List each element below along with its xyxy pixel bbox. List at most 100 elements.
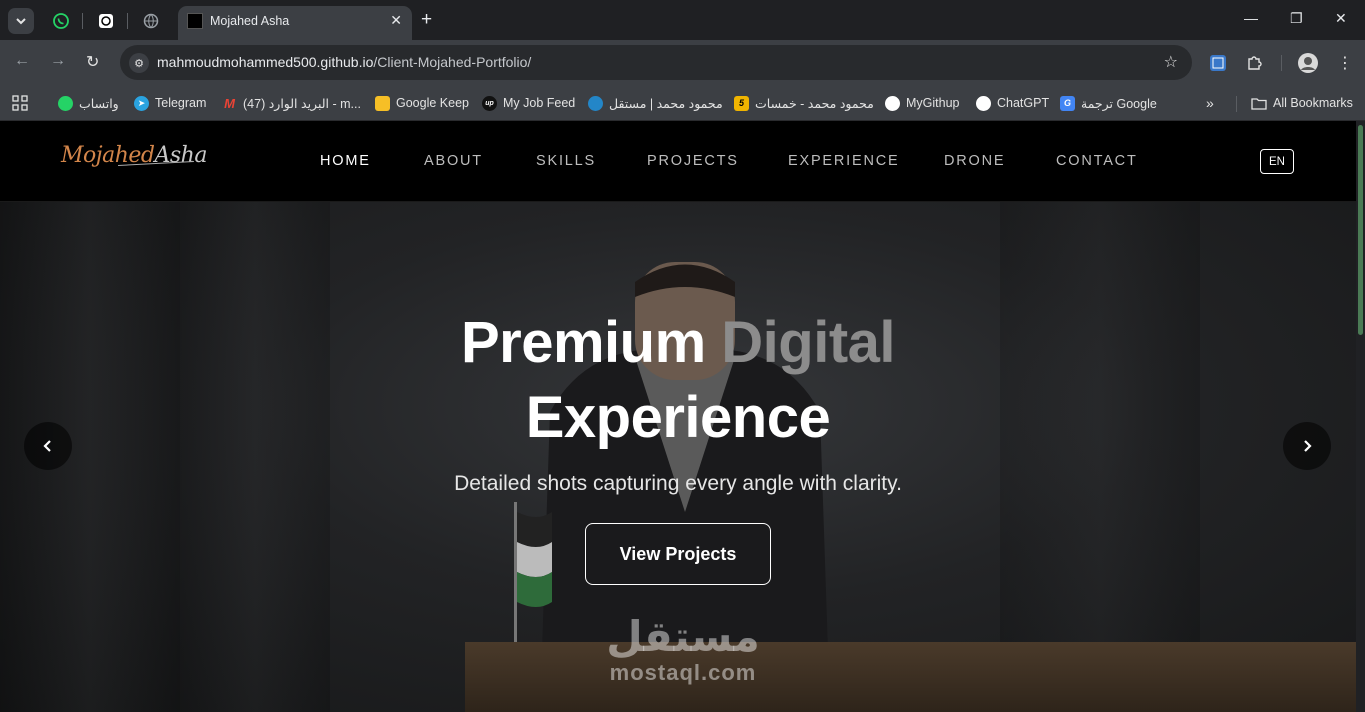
background-curtain [180,202,330,712]
bookmark-label: واتساب [79,96,119,111]
avatar-icon [1298,53,1318,73]
nav-about[interactable]: ABOUT [424,153,483,169]
new-tab-button[interactable]: + [421,9,432,31]
scrollbar-thumb[interactable] [1358,125,1363,335]
bookmark-label: محمود محمد - خمسات [755,96,874,111]
bookmarks-bar: واتساب ➤ Telegram M البريد الوارد (47) - m… [0,86,1365,121]
url-host: mahmoudmohammed500.github.io [157,54,374,70]
mostaql-icon [588,95,603,111]
bookmark-label: البريد الوارد (47) - m... [243,96,361,111]
bookmark-khamsat[interactable]: 5 محمود محمد - خمسات [734,93,874,113]
slider-next-button[interactable] [1283,422,1331,470]
back-arrow-icon[interactable]: ← [14,52,30,70]
hero-title-line1: Premium Digital [0,309,1356,376]
tab-separator [127,13,128,29]
close-tab-icon[interactable]: ✕ [390,12,402,29]
bookmark-star-icon[interactable]: ☆ [1164,52,1178,72]
bookmark-github[interactable]: MyGithup [885,93,960,113]
pinned-tab-chatgpt[interactable] [93,8,119,34]
hero-subtitle: Detailed shots capturing every angle wit… [454,472,902,495]
url-text[interactable]: mahmoudmohammed500.github.io/Client-Moja… [157,54,531,70]
nav-drone[interactable]: DRONE [944,153,1005,169]
chatgpt-icon [99,14,113,28]
bookmark-google-translate[interactable]: G ترجمة Google [1060,93,1157,113]
bookmark-job-feed[interactable]: up My Job Feed [482,93,575,113]
nav-home[interactable]: HOME [320,153,371,169]
bookmark-label: ChatGPT [997,96,1050,110]
page-viewport: MojahedAsha HOME ABOUT SKILLS PROJECTS E… [0,121,1356,712]
extensions-puzzle-icon[interactable] [1243,52,1265,74]
globe-icon [143,13,159,29]
apps-grid-icon[interactable] [12,93,28,113]
keep-icon [375,95,390,111]
hero-title-accent-word: Digital [721,310,896,375]
watermark-arabic: مستقل [606,613,760,660]
logo-last-name: Asha [154,143,207,168]
reload-icon[interactable]: ↻ [86,52,99,72]
window-close-button[interactable]: ✕ [1335,10,1347,27]
bookmark-google-keep[interactable]: Google Keep [375,93,469,113]
view-projects-button[interactable]: View Projects [585,523,771,585]
mostaql-watermark: مستقل mostaql.com [598,614,768,686]
profile-avatar[interactable] [1297,52,1319,74]
translate-icon: G [1060,95,1075,111]
hero-slider: Premium Digital Experience Detailed shot… [0,202,1356,712]
hero-title-word: Premium [460,310,706,375]
page-scrollbar[interactable] [1356,121,1365,712]
bookmark-label: محمود محمد | مستقل [609,96,723,111]
bookmark-label: Google Keep [396,96,469,110]
nav-contact[interactable]: CONTACT [1056,153,1138,169]
tab-strip: Mojahed Asha ✕ + — ❐ ✕ [0,0,1365,40]
tab-search-dropdown[interactable] [8,8,34,34]
upwork-icon: up [482,95,497,111]
chevron-right-icon [1304,440,1312,452]
active-tab[interactable]: Mojahed Asha ✕ [178,6,412,40]
translate-ext-icon [1210,55,1226,71]
bookmark-label: ترجمة Google [1081,96,1157,111]
github-icon [885,95,900,111]
hero-title-line2: Experience [525,385,831,450]
browser-toolbar: ← → ↻ ⚙ mahmoudmohammed500.github.io/Cli… [0,40,1365,86]
bookmark-whatsapp[interactable]: واتساب [58,93,119,113]
folder-icon [1251,97,1267,110]
gmail-icon: M [224,95,235,111]
bookmarks-overflow-icon[interactable]: » [1206,93,1214,113]
site-favicon-icon [187,13,203,29]
bookmark-label: MyGithup [906,96,960,110]
pinned-tab-globe[interactable] [138,8,164,34]
flag-icon [514,502,552,642]
extension-translate-icon[interactable] [1207,52,1229,74]
site-info-icon[interactable]: ⚙ [129,53,149,73]
bookmarks-separator [1236,96,1237,112]
whatsapp-icon [53,13,69,29]
bookmark-gmail[interactable]: M البريد الوارد (47) - m... [222,93,361,113]
pinned-tab-whatsapp[interactable] [48,8,74,34]
bookmark-mostaql[interactable]: محمود محمد | مستقل [588,93,723,113]
khamsat-icon: 5 [734,95,749,111]
nav-experience[interactable]: EXPERIENCE [788,153,899,169]
chatgpt-icon [976,95,991,111]
all-bookmarks-button[interactable]: All Bookmarks [1251,93,1353,113]
grid-icon [12,95,28,111]
tab-separator [82,13,83,29]
url-path: /Client-Mojahed-Portfolio/ [373,54,532,70]
forward-arrow-icon[interactable]: → [50,52,66,70]
slider-prev-button[interactable] [24,422,72,470]
bookmark-label: My Job Feed [503,96,576,110]
site-navbar: MojahedAsha HOME ABOUT SKILLS PROJECTS E… [0,121,1356,202]
address-bar[interactable]: ⚙ mahmoudmohammed500.github.io/Client-Mo… [120,45,1192,80]
restore-button[interactable]: ❐ [1290,10,1303,27]
nav-projects[interactable]: PROJECTS [647,153,739,169]
tab-title: Mojahed Asha [210,14,290,28]
bookmark-chatgpt[interactable]: ChatGPT [976,93,1049,113]
bookmark-telegram[interactable]: ➤ Telegram [134,93,206,113]
menu-kebab-icon[interactable]: ⋮ [1334,52,1356,74]
background-curtain [1000,202,1200,712]
whatsapp-icon [58,95,73,111]
watermark-latin: mostaql.com [609,660,757,685]
nav-skills[interactable]: SKILLS [536,153,596,169]
minimize-button[interactable]: — [1244,10,1258,26]
bookmark-label: Telegram [155,96,207,110]
puzzle-icon [1248,56,1262,70]
language-toggle[interactable]: EN [1260,149,1294,174]
